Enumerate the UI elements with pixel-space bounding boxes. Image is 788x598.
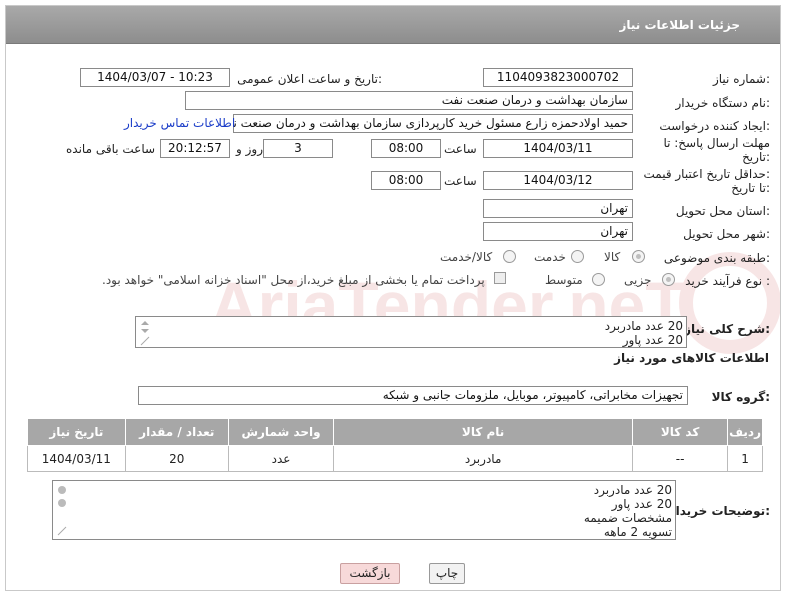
col-code: کد کالا (632, 418, 729, 446)
need-number-label: شماره نیاز: (712, 72, 770, 86)
process-minor-label: جزیی (624, 273, 652, 287)
items-table: ردیف کد کالا نام کالا واحد شمارش تعداد /… (27, 418, 763, 472)
col-date: تاریخ نیاز (27, 418, 126, 446)
reply-time-label: ساعت (444, 142, 477, 156)
remaining-days-field: 3 (263, 139, 333, 158)
notes-line: 20 عدد پاور (611, 497, 672, 511)
cell-name: مادربرد (333, 445, 634, 472)
panel-title: جزئیات اطلاعات نیاز (619, 18, 740, 32)
requester-label: ایجاد کننده درخواست: (659, 119, 770, 133)
delivery-city-field: تهران (483, 222, 633, 241)
process-minor-radio[interactable] (662, 273, 675, 286)
cell-qty: 20 (124, 445, 229, 472)
goods-group-field: تجهیزات مخابراتی، کامپیوتر، موبایل، ملزو… (138, 386, 688, 405)
col-name: نام کالا (333, 418, 634, 446)
textarea-scroll-icon[interactable] (139, 319, 151, 347)
table-row[interactable]: 1 -- مادربرد عدد 20 1404/03/11 (27, 445, 763, 472)
category-both-label: کالا/خدمت (440, 250, 493, 264)
announce-datetime-label: تاریخ و ساعت اعلان عمومی: (237, 72, 382, 86)
buyer-notes-label: توضیحات خریدار: (668, 504, 770, 518)
print-button[interactable]: چاپ (429, 563, 465, 584)
treasury-payment-note: پرداخت تمام یا بخشی از مبلغ خرید،از محل … (102, 273, 485, 287)
category-both-radio[interactable] (503, 250, 516, 263)
cell-row: 1 (727, 445, 763, 472)
category-goods-label: کالا (604, 250, 621, 264)
cell-code: -- (632, 445, 729, 472)
description-line: 20 عدد پاور (622, 333, 683, 347)
reply-date-field: 1404/03/11 (483, 139, 633, 158)
buyer-org-label: نام دستگاه خریدار: (675, 96, 771, 110)
panel-header: جزئیات اطلاعات نیاز (6, 6, 780, 44)
description-label: شرح کلی نیاز: (684, 322, 770, 336)
col-unit: واحد شمارش (227, 418, 335, 446)
buyer-org-field: سازمان بهداشت و درمان صنعت نفت (185, 91, 633, 110)
notes-line: 20 عدد مادربرد (593, 483, 672, 497)
col-qty: تعداد / مقدار (124, 418, 229, 446)
remaining-time-field: 20:12:57 (160, 139, 230, 158)
remaining-time-label: ساعت باقی مانده (66, 142, 156, 156)
price-validity-label-2: تا تاریخ: (731, 181, 770, 195)
table-header-row: ردیف کد کالا نام کالا واحد شمارش تعداد /… (27, 418, 763, 446)
col-row: ردیف (727, 418, 763, 446)
category-service-label: خدمت (534, 250, 566, 264)
goods-section-title: اطلاعات کالاهای مورد نیاز (614, 351, 769, 365)
category-label: طبقه بندی موضوعی: (663, 251, 770, 265)
reply-deadline-label-2: تاریخ: (742, 150, 770, 164)
notes-line: مشخصات ضمیمه (583, 511, 672, 525)
description-line: 20 عدد مادربرد (604, 319, 683, 333)
process-medium-radio[interactable] (592, 273, 605, 286)
announce-datetime-field: 1404/03/07 - 10:23 (80, 68, 230, 87)
delivery-city-label: شهر محل تحویل: (683, 227, 770, 241)
need-number-field: 1104093823000702 (483, 68, 633, 87)
delivery-province-label: استان محل تحویل: (675, 204, 770, 218)
notes-line: تسویه 2 ماهه (603, 525, 672, 539)
price-validity-time-label: ساعت (444, 174, 477, 188)
price-validity-time-field: 08:00 (371, 171, 441, 190)
reply-deadline-label: مهلت ارسال پاسخ: تا (663, 136, 770, 150)
category-service-radio[interactable] (571, 250, 584, 263)
goods-group-label: گروه کالا: (711, 390, 770, 404)
back-button[interactable]: بازگشت (340, 563, 400, 584)
price-validity-label: حداقل تاریخ اعتبار قیمت: (643, 167, 770, 181)
price-validity-date-field: 1404/03/12 (483, 171, 633, 190)
process-medium-label: متوسط (545, 273, 583, 287)
days-label: روز و (236, 142, 263, 156)
notes-scroll-icon[interactable] (56, 483, 68, 537)
cell-unit: عدد (227, 445, 335, 472)
buyer-notes-textarea[interactable]: 20 عدد مادربرد 20 عدد پاور مشخصات ضمیمه … (52, 480, 676, 540)
reply-time-field: 08:00 (371, 139, 441, 158)
cell-date: 1404/03/11 (27, 445, 126, 472)
purchase-process-label: نوع فرآیند خرید : (685, 274, 770, 288)
buyer-contact-link[interactable]: اطلاعات تماس خریدار (124, 116, 235, 130)
requester-field: حمید اولادحمزه زارع مسئول خرید کارپردازی… (233, 114, 633, 133)
description-textarea[interactable]: 20 عدد مادربرد 20 عدد پاور (135, 316, 687, 348)
category-goods-radio[interactable] (632, 250, 645, 263)
delivery-province-field: تهران (483, 199, 633, 218)
treasury-payment-checkbox[interactable] (494, 272, 506, 284)
